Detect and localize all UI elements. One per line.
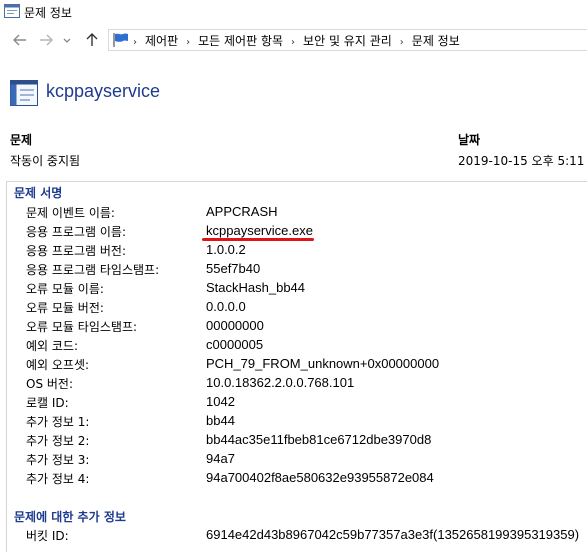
address-bar[interactable]: › 제어판 › 모든 제어판 항목 › 보안 및 유지 관리 › 문제 정보: [108, 29, 587, 51]
extra-info-section-title: 문제에 대한 추가 정보: [14, 510, 126, 524]
extra-info-row: 버킷 ID: 6914e42d43b8967042c59b77357a3e3f(1…: [26, 527, 580, 543]
breadcrumb: › 제어판 › 모든 제어판 항목 › 보안 및 유지 관리 › 문제 정보: [133, 34, 460, 48]
date-value: 2019-10-15 오후 5:11: [458, 154, 585, 168]
signature-row: OS 버전: 10.0.18362.2.0.0.768.101: [26, 375, 355, 391]
chevron-down-icon[interactable]: [62, 32, 72, 48]
signature-row: 예외 오프셋: PCH_79_FROM_unknown+0x00000000: [26, 356, 440, 372]
up-arrow-icon[interactable]: [84, 32, 100, 48]
date-label: 날짜: [458, 133, 481, 147]
signature-row: 예외 코드: c0000005: [26, 337, 264, 353]
signature-row: 추가 정보 2: bb44ac35e11fbeb81ce6712dbe3970d8: [26, 432, 432, 448]
signature-row: 응용 프로그램 타임스탬프: 55ef7b40: [26, 261, 261, 277]
signature-row: 추가 정보 3: 94a7: [26, 451, 235, 467]
title-bar: 문제 정보: [0, 0, 587, 24]
signature-row: 오류 모듈 버전: 0.0.0.0: [26, 299, 246, 315]
application-icon: [10, 80, 38, 109]
signature-row: 추가 정보 4: 94a700402f8ae580632e93955872e084: [26, 470, 434, 486]
highlight-underline: [202, 238, 314, 241]
back-arrow-icon[interactable]: [12, 32, 28, 48]
signature-row: 오류 모듈 이름: StackHash_bb44: [26, 280, 306, 296]
page-title: kcppayservice: [46, 81, 161, 101]
forward-arrow-icon[interactable]: [38, 32, 54, 48]
signature-row: 문제 이벤트 이름: APPCRASH: [26, 204, 278, 220]
signature-section-title: 문제 서명: [14, 186, 63, 200]
signature-row: 응용 프로그램 버전: 1.0.0.2: [26, 242, 246, 258]
breadcrumb-item[interactable]: 보안 및 유지 관리: [303, 34, 392, 48]
breadcrumb-item[interactable]: 문제 정보: [412, 34, 460, 48]
navigation-bar: › 제어판 › 모든 제어판 항목 › 보안 및 유지 관리 › 문제 정보: [0, 26, 587, 54]
signature-row: 오류 모듈 타임스탬프: 00000000: [26, 318, 264, 334]
signature-row: 추가 정보 1: bb44: [26, 413, 235, 429]
problem-value: 작동이 중지됨: [10, 154, 81, 168]
signature-row: 로캘 ID: 1042: [26, 394, 235, 410]
window-title: 문제 정보: [24, 6, 72, 20]
app-window-icon: [4, 4, 20, 21]
breadcrumb-item[interactable]: 제어판: [145, 34, 178, 48]
problem-label: 문제: [10, 133, 33, 147]
breadcrumb-item[interactable]: 모든 제어판 항목: [198, 34, 283, 48]
control-panel-flag-icon: [111, 32, 129, 51]
